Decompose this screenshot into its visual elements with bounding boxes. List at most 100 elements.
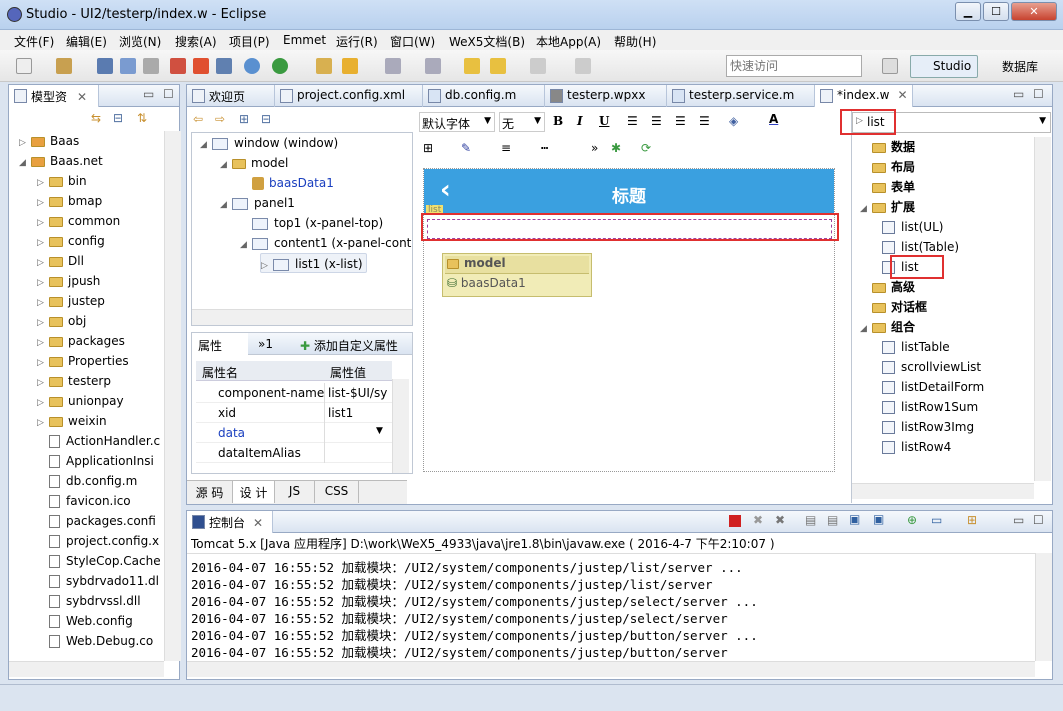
quick-access-input[interactable] (726, 55, 862, 77)
forward-arrow-icon[interactable] (530, 58, 546, 74)
console-vscroll[interactable] (1035, 553, 1052, 661)
run-target-icon[interactable] (244, 58, 260, 74)
tab-js[interactable]: JS (275, 481, 315, 503)
palette-item[interactable]: list(Table) (882, 237, 959, 257)
bug-icon[interactable]: ✱ (611, 141, 621, 155)
explorer-item[interactable]: ▷ config (37, 231, 105, 251)
font-select[interactable]: 默认字体 ▼ (419, 112, 495, 132)
explorer-item[interactable]: ▷ unionpay (37, 391, 124, 411)
minimize-icon[interactable]: ▭ (1013, 513, 1024, 527)
outline-item[interactable]: ◢ panel1 (220, 193, 298, 213)
tab-console[interactable]: 控制台 ✕ (187, 511, 273, 533)
collapsed-icon[interactable]: ▷ (19, 133, 31, 153)
expanded-icon[interactable]: ◢ (220, 195, 232, 215)
explorer-item[interactable]: sybdrvado11.dl (37, 571, 159, 591)
next-annotation-icon[interactable] (425, 58, 441, 74)
dash-style-icon[interactable]: ┅ (541, 141, 548, 155)
line-style-icon[interactable]: ≡ (501, 141, 511, 155)
pin-console-icon[interactable]: ⊕ (907, 513, 917, 527)
palette-item[interactable]: 布局 (860, 157, 915, 177)
tools-icon[interactable] (342, 58, 358, 74)
menu-help[interactable]: 帮助(H) (614, 33, 656, 50)
open-perspective-icon[interactable] (882, 58, 898, 74)
palette-item[interactable]: 高级 (860, 277, 915, 297)
remove-all-icon[interactable]: ✖ (775, 513, 785, 527)
debug-icon[interactable] (170, 58, 186, 74)
explorer-hscroll[interactable] (9, 661, 164, 677)
back-icon[interactable] (464, 58, 480, 74)
palette-item[interactable]: 表单 (860, 177, 915, 197)
property-value[interactable]: list1 (328, 406, 390, 420)
link-icon[interactable]: ⇆ (91, 111, 101, 125)
pin-icon[interactable] (575, 58, 591, 74)
explorer-item[interactable]: favicon.ico (37, 491, 131, 511)
expanded-icon[interactable]: ◢ (200, 135, 212, 155)
palette-vscroll[interactable] (1034, 137, 1051, 481)
close-icon[interactable]: ✕ (897, 88, 907, 102)
refresh-icon[interactable]: ⟳ (641, 141, 651, 155)
tab-model-explorer[interactable]: 模型资 ✕ (9, 85, 99, 107)
collapsed-icon[interactable]: ▷ (37, 333, 49, 353)
minimize-button[interactable]: ▁ (955, 2, 981, 21)
save-all-icon[interactable] (120, 58, 136, 74)
expanded-icon[interactable]: ◢ (19, 153, 31, 173)
collapsed-icon[interactable]: ▷ (37, 193, 49, 213)
table-icon[interactable]: ⊞ (423, 141, 433, 155)
chevron-down-icon[interactable]: ▼ (376, 426, 383, 436)
expanded-icon[interactable]: ◢ (240, 235, 252, 255)
database-perspective-button[interactable]: 数据库 (984, 58, 1038, 75)
build-icon[interactable] (56, 58, 72, 74)
palette-item[interactable]: listDetailForm (882, 377, 984, 397)
add-custom-property-button[interactable]: ✚ 添加自定义属性 (300, 337, 398, 354)
align-justify-icon[interactable]: ☰ (699, 114, 710, 128)
collapsed-icon[interactable]: ▷ (37, 253, 49, 273)
pen-icon[interactable]: ✎ (461, 141, 471, 155)
collapsed-icon[interactable]: ▷ (37, 393, 49, 413)
collapse-all-icon[interactable]: ⊟ (261, 112, 271, 126)
palette-item[interactable]: 数据 (860, 137, 915, 157)
italic-button[interactable]: I (577, 114, 583, 128)
explorer-item[interactable]: ▷ bin (37, 171, 87, 191)
property-value[interactable]: list-$UI/sy (328, 386, 390, 400)
display-console-icon[interactable]: ▭ (931, 513, 942, 527)
explorer-item[interactable]: ▷ weixin (37, 411, 107, 431)
explorer-item[interactable]: sybdrvssl.dll (37, 591, 141, 611)
maximize-icon[interactable]: ☐ (163, 87, 174, 101)
properties-vscroll[interactable] (392, 379, 409, 473)
explorer-item[interactable]: project.config.x (37, 531, 159, 551)
annotation-icon[interactable] (385, 58, 401, 74)
tab-css[interactable]: CSS (315, 481, 359, 503)
explorer-item[interactable]: Web.config (37, 611, 133, 631)
skip-icon[interactable] (216, 58, 232, 74)
palette-item[interactable]: listRow4 (882, 437, 951, 457)
font-size-select[interactable]: 无 ▼ (499, 112, 545, 132)
close-icon[interactable]: ✕ (77, 90, 87, 104)
scroll-lock-icon[interactable]: ▤ (827, 513, 838, 527)
explorer-item[interactable]: ▷ packages (37, 331, 125, 351)
text-color-icon[interactable]: A (769, 112, 778, 126)
expanded-icon[interactable]: ◢ (860, 319, 872, 339)
palette-item[interactable]: ◢ 扩展 (860, 197, 915, 217)
explorer-item[interactable]: ◢ Baas.net (19, 151, 103, 171)
menu-wex5-docs[interactable]: WeX5文档(B) (449, 33, 525, 50)
explorer-item[interactable]: ApplicationInsi (37, 451, 154, 471)
palette-hscroll[interactable] (852, 483, 1034, 499)
explorer-item[interactable]: ▷ obj (37, 311, 86, 331)
outline-item[interactable]: baasData1 (240, 173, 337, 193)
bold-button[interactable]: B (553, 114, 563, 128)
explorer-item[interactable]: ▷ testerp (37, 371, 111, 391)
panel-top-header[interactable]: ‹ 标题 (424, 169, 834, 215)
open-folder-icon[interactable] (316, 58, 332, 74)
back-icon[interactable]: ‹ (440, 175, 451, 205)
maximize-icon[interactable]: ☐ (1033, 87, 1044, 101)
back-arrow-icon[interactable]: ⇦ (193, 112, 203, 126)
tab-welcome[interactable]: 欢迎页 (187, 85, 275, 107)
underline-button[interactable]: U (599, 114, 609, 128)
fill-color-icon[interactable]: ◈ (729, 114, 738, 128)
explorer-item[interactable]: packages.confi (37, 511, 156, 531)
explorer-vscroll[interactable] (164, 131, 181, 661)
remove-launch-icon[interactable]: ✖ (753, 513, 763, 527)
terminate-icon[interactable] (729, 515, 741, 527)
outline-item[interactable]: ◢ window (window) (200, 133, 341, 153)
expand-all-icon[interactable]: ⊞ (239, 112, 249, 126)
